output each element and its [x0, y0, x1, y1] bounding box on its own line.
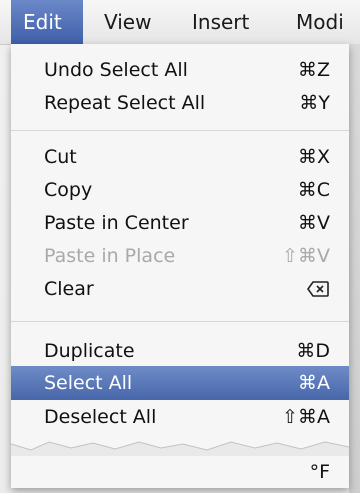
- menu-item-label: Clear: [44, 278, 94, 300]
- menu-item-label: Copy: [44, 179, 93, 201]
- menu-item-label: Cut: [44, 146, 77, 168]
- menubar-insert[interactable]: Insert: [192, 0, 249, 44]
- menu-item-label: Deselect All: [44, 406, 157, 428]
- menu-item-paste-in-place: Paste in Place ⇧⌘V: [11, 239, 349, 273]
- torn-edge: [11, 441, 349, 456]
- menu-item-partial[interactable]: °F: [11, 455, 349, 489]
- menu-item-paste-in-center[interactable]: Paste in Center ⌘V: [11, 206, 349, 240]
- menu-bar: Edit View Insert Modi: [0, 0, 360, 45]
- menu-item-shortcut: °F: [309, 461, 330, 483]
- menu-item-select-all[interactable]: Select All ⌘A: [11, 366, 349, 400]
- menubar-modify[interactable]: Modi: [296, 0, 344, 44]
- menu-item-label: Repeat Select All: [44, 92, 206, 114]
- menubar-view[interactable]: View: [104, 0, 151, 44]
- menu-item-label: Select All: [44, 372, 133, 394]
- menu-item-label: Undo Select All: [44, 59, 188, 81]
- menu-item-shortcut: ⌘V: [298, 212, 330, 234]
- menu-separator: [11, 130, 349, 131]
- delete-key-icon: [307, 281, 329, 297]
- menu-item-shortcut: ⇧⌘V: [282, 245, 330, 267]
- menu-item-label: Duplicate: [44, 340, 135, 362]
- menu-item-shortcut: ⇧⌘A: [282, 406, 330, 428]
- menu-item-label: Paste in Center: [44, 212, 189, 234]
- menu-item-clear[interactable]: Clear: [11, 272, 349, 306]
- menubar-edit[interactable]: Edit: [11, 0, 83, 44]
- menu-item-shortcut: ⌘D: [296, 340, 330, 362]
- menu-item-label: Paste in Place: [44, 245, 176, 267]
- menu-separator: [11, 321, 349, 322]
- menu-item-shortcut: ⌘X: [297, 146, 330, 168]
- menu-item-deselect-all[interactable]: Deselect All ⇧⌘A: [11, 400, 349, 434]
- menu-item-shortcut: ⌘A: [298, 372, 330, 394]
- menu-item-cut[interactable]: Cut ⌘X: [11, 140, 349, 174]
- menu-item-shortcut: ⌘C: [297, 179, 330, 201]
- menu-item-shortcut: ⌘Z: [297, 59, 330, 81]
- menu-item-duplicate[interactable]: Duplicate ⌘D: [11, 334, 349, 368]
- background-window: [349, 44, 360, 493]
- edit-menu: Undo Select All ⌘Z Repeat Select All ⌘Y …: [11, 44, 349, 488]
- menu-item-copy[interactable]: Copy ⌘C: [11, 173, 349, 207]
- screen: Edit View Insert Modi Undo Select All ⌘Z…: [0, 0, 360, 493]
- menu-item-undo[interactable]: Undo Select All ⌘Z: [11, 53, 349, 87]
- menu-item-repeat[interactable]: Repeat Select All ⌘Y: [11, 86, 349, 120]
- menu-item-shortcut: ⌘Y: [299, 92, 330, 114]
